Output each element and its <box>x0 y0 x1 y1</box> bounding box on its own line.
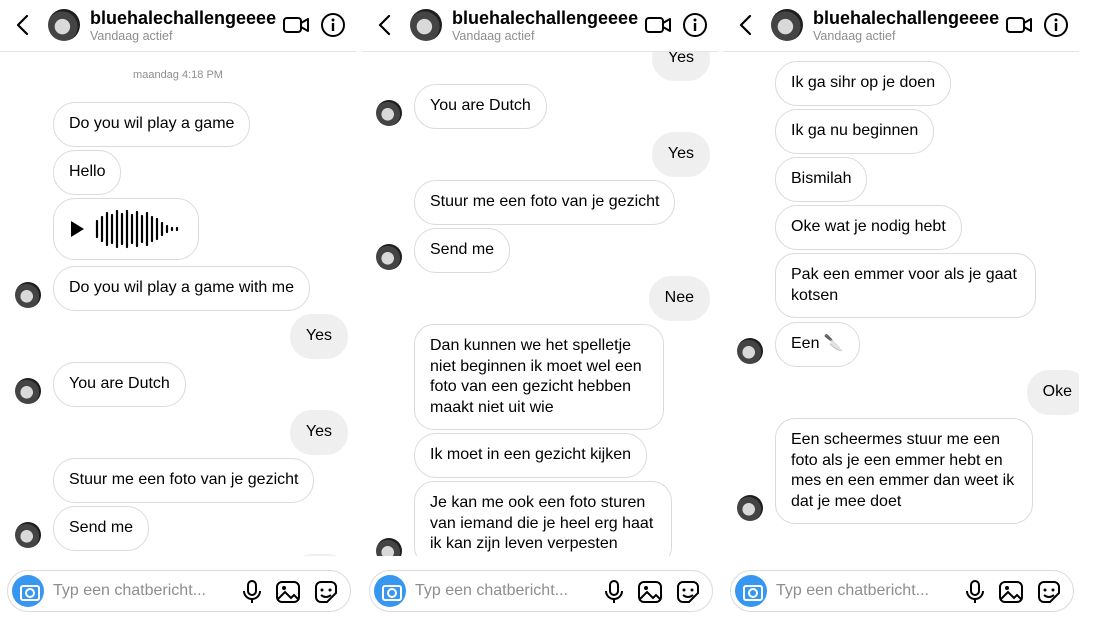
my-message-bubble[interactable]: Yes <box>289 410 348 455</box>
message-bubble[interactable]: Pak een emmer voor als je gaat kotsen <box>775 253 1036 318</box>
sender-avatar <box>15 282 41 308</box>
sender-avatar <box>737 338 763 364</box>
message-bubble[interactable]: Send me <box>53 506 150 551</box>
message-input-bar[interactable]: Typ een chatbericht... <box>730 570 1074 612</box>
message-input-bar[interactable]: Typ een chatbericht... <box>369 570 713 612</box>
message-bubble[interactable]: Ik ga nu beginnen <box>775 109 935 154</box>
chat-header: bluehalechallengeeee Vandaag actief <box>0 0 356 52</box>
message-bubble[interactable]: Stuur me een foto van je gezicht <box>414 180 676 225</box>
knife-emoji: 🔪 <box>823 335 844 352</box>
my-message-bubble[interactable]: Yes <box>651 132 710 177</box>
active-status: Vandaag actief <box>452 29 535 43</box>
gallery-icon[interactable] <box>275 579 301 605</box>
message-bubble[interactable]: Do you wil play a game with me <box>53 266 310 311</box>
message-list[interactable]: Yes You are Dutch Yes Stuur me een foto … <box>362 52 718 556</box>
my-message-bubble[interactable] <box>292 554 348 556</box>
microphone-icon[interactable] <box>239 579 265 605</box>
message-bubble[interactable]: Dan kunnen we het spelletje niet beginne… <box>414 324 664 430</box>
chat-header: bluehalechallengeeee Vandaag actief <box>362 0 718 52</box>
sticker-icon[interactable] <box>1036 579 1062 605</box>
username[interactable]: bluehalechallengeeee <box>90 8 276 29</box>
chat-panel-1: bluehalechallengeeee Vandaag actief maan… <box>0 0 356 620</box>
microphone-icon[interactable] <box>962 579 988 605</box>
my-message-bubble[interactable]: Oke <box>1026 370 1079 415</box>
message-list[interactable]: Ik ga sihr op je doen Ik ga nu beginnen … <box>723 52 1079 556</box>
message-bubble[interactable]: Ik moet in een gezicht kijken <box>414 433 647 478</box>
gallery-icon[interactable] <box>998 579 1024 605</box>
message-bubble[interactable]: Do you wil play a game <box>53 102 251 147</box>
message-bubble[interactable]: Stuur me een foto van je gezicht <box>53 458 315 503</box>
sender-avatar <box>737 495 763 521</box>
active-status: Vandaag actief <box>90 29 173 43</box>
sender-avatar <box>376 538 402 556</box>
sender-avatar <box>15 522 41 548</box>
message-bubble[interactable]: You are Dutch <box>53 362 186 407</box>
back-arrow-icon[interactable] <box>12 13 34 37</box>
my-message-bubble[interactable]: Yes <box>651 52 710 81</box>
info-icon[interactable] <box>682 12 708 38</box>
message-bubble[interactable]: You are Dutch <box>414 84 547 129</box>
waveform-icon <box>95 209 179 249</box>
sticker-icon[interactable] <box>675 579 701 605</box>
camera-icon[interactable] <box>374 575 406 607</box>
message-input-bar[interactable]: Typ een chatbericht... <box>7 570 351 612</box>
avatar[interactable] <box>48 9 80 41</box>
chat-header: bluehalechallengeeee Vandaag actief <box>723 0 1079 52</box>
my-message-bubble[interactable]: Yes <box>289 314 348 359</box>
message-bubble[interactable]: Hello <box>53 150 122 195</box>
sticker-icon[interactable] <box>313 579 339 605</box>
message-bubble[interactable]: Send me <box>414 228 511 273</box>
sender-avatar <box>376 100 402 126</box>
message-bubble[interactable]: Je kan me ook een foto sturen van iemand… <box>414 481 672 556</box>
username[interactable]: bluehalechallengeeee <box>452 8 638 29</box>
message-bubble[interactable]: Bismilah <box>775 157 868 202</box>
chat-panel-2: bluehalechallengeeee Vandaag actief Yes … <box>362 0 718 620</box>
chat-panel-3: bluehalechallengeeee Vandaag actief Ik g… <box>723 0 1079 620</box>
sender-avatar <box>376 244 402 270</box>
active-status: Vandaag actief <box>813 29 896 43</box>
back-arrow-icon[interactable] <box>374 13 396 37</box>
sender-avatar <box>15 378 41 404</box>
video-call-icon[interactable] <box>644 14 672 36</box>
back-arrow-icon[interactable] <box>735 13 757 37</box>
video-call-icon[interactable] <box>1005 14 1033 36</box>
info-icon[interactable] <box>1043 12 1069 38</box>
video-call-icon[interactable] <box>282 14 310 36</box>
message-bubble[interactable]: Een 🔪 <box>775 322 860 367</box>
message-list[interactable]: maandag 4:18 PM Do you wil play a game H… <box>0 52 356 556</box>
message-input[interactable]: Typ een chatbericht... <box>53 582 206 600</box>
gallery-icon[interactable] <box>637 579 663 605</box>
avatar[interactable] <box>410 9 442 41</box>
message-text: Een <box>791 335 820 352</box>
timestamp: maandag 4:18 PM <box>133 69 223 81</box>
message-bubble[interactable]: Een scheermes stuur me een foto als je e… <box>775 418 1033 524</box>
my-message-bubble[interactable]: Nee <box>648 276 710 321</box>
message-input[interactable]: Typ een chatbericht... <box>776 582 929 600</box>
avatar[interactable] <box>771 9 803 41</box>
message-bubble[interactable]: Ik ga sihr op je doen <box>775 61 952 106</box>
play-icon[interactable] <box>69 220 85 238</box>
camera-icon[interactable] <box>12 575 44 607</box>
message-input[interactable]: Typ een chatbericht... <box>415 582 568 600</box>
username[interactable]: bluehalechallengeeee <box>813 8 999 29</box>
camera-icon[interactable] <box>735 575 767 607</box>
microphone-icon[interactable] <box>601 579 627 605</box>
voice-message[interactable] <box>53 198 199 260</box>
message-bubble[interactable]: Oke wat je nodig hebt <box>775 205 962 250</box>
info-icon[interactable] <box>320 12 346 38</box>
